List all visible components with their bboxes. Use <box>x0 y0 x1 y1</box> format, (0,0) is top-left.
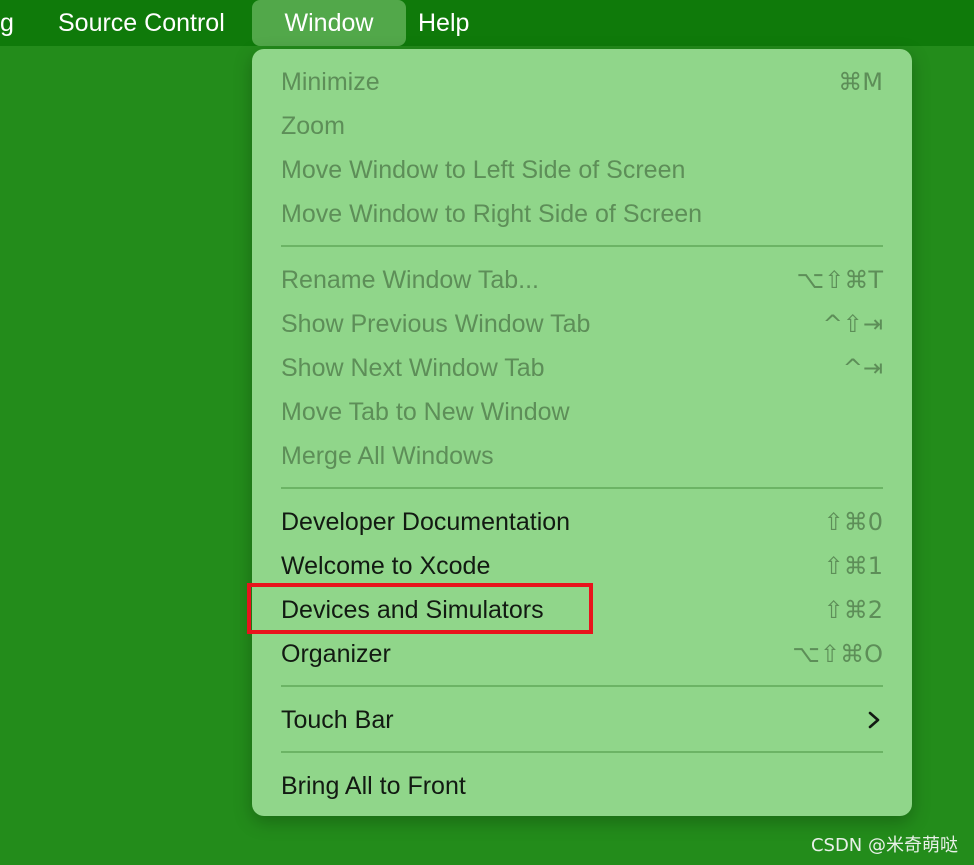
menu-item-touch-bar[interactable]: Touch Bar <box>281 700 883 740</box>
menu-item-shortcut: ⌘M <box>838 68 883 96</box>
window-menu-dropdown: Minimize ⌘M Zoom Move Window to Left Sid… <box>252 49 912 816</box>
menubar-item-label: g <box>0 9 14 37</box>
menubar-item-label: Help <box>418 9 470 37</box>
menu-item-shortcut: ⌥⇧⌘O <box>792 640 883 668</box>
watermark: CSDN @米奇萌哒 <box>810 835 958 856</box>
menu-item-show-next-window-tab[interactable]: Show Next Window Tab ^⇥ <box>281 348 883 388</box>
menu-item-welcome-to-xcode[interactable]: Welcome to Xcode ⇧⌘1 <box>281 546 883 586</box>
menu-item-move-window-right[interactable]: Move Window to Right Side of Screen <box>281 194 883 234</box>
highlight-annotation-box <box>247 583 593 634</box>
menubar-item-help[interactable]: Help <box>418 0 469 46</box>
menu-item-shortcut: ^⇥ <box>842 354 883 382</box>
menu-item-label: Move Window to Left Side of Screen <box>281 156 686 184</box>
menubar-item-label: Window <box>284 9 374 37</box>
menu-item-merge-all-windows[interactable]: Merge All Windows <box>281 436 883 476</box>
menu-item-rename-window-tab[interactable]: Rename Window Tab... ⌥⇧⌘T <box>281 260 883 300</box>
menu-item-label: Welcome to Xcode <box>281 552 491 580</box>
menu-item-label: Zoom <box>281 112 345 140</box>
menu-separator <box>281 245 883 247</box>
menu-item-label: Move Tab to New Window <box>281 398 570 426</box>
menu-item-label: Developer Documentation <box>281 508 571 536</box>
menu-item-label: Show Next Window Tab <box>281 354 545 382</box>
menu-item-label: Merge All Windows <box>281 442 494 470</box>
menu-separator <box>281 487 883 489</box>
menu-item-developer-documentation[interactable]: Developer Documentation ⇧⌘0 <box>281 502 883 542</box>
menubar-item-label: Source Control <box>58 9 225 37</box>
menu-item-organizer[interactable]: Organizer ⌥⇧⌘O <box>281 634 883 674</box>
menu-item-shortcut: ^⇧⇥ <box>822 310 883 338</box>
menubar-item-source-control[interactable]: Source Control <box>58 0 225 46</box>
menu-item-shortcut: ⇧⌘1 <box>823 552 883 580</box>
menu-item-label: Organizer <box>281 640 391 668</box>
menu-bar: g Source Control Window Help <box>0 0 974 46</box>
menu-item-shortcut: ⇧⌘2 <box>823 596 883 624</box>
menu-item-move-tab-to-new-window[interactable]: Move Tab to New Window <box>281 392 883 432</box>
menubar-item-window[interactable]: Window <box>252 0 406 46</box>
menu-item-show-previous-window-tab[interactable]: Show Previous Window Tab ^⇧⇥ <box>281 304 883 344</box>
menu-item-bring-all-to-front[interactable]: Bring All to Front <box>281 766 883 806</box>
menubar-item-debug[interactable]: g <box>0 0 14 46</box>
menu-item-label: Rename Window Tab... <box>281 266 539 294</box>
menu-separator <box>281 685 883 687</box>
menu-item-label: Bring All to Front <box>281 772 466 800</box>
menu-item-zoom[interactable]: Zoom <box>281 106 883 146</box>
menu-item-label: Minimize <box>281 68 380 96</box>
menu-item-move-window-left[interactable]: Move Window to Left Side of Screen <box>281 150 883 190</box>
menu-item-shortcut: ⇧⌘0 <box>823 508 883 536</box>
chevron-right-icon <box>868 711 880 729</box>
menu-item-minimize[interactable]: Minimize ⌘M <box>281 62 883 102</box>
menu-item-shortcut: ⌥⇧⌘T <box>796 266 883 294</box>
menu-item-label: Touch Bar <box>281 706 394 734</box>
menu-item-label: Show Previous Window Tab <box>281 310 591 338</box>
menu-separator <box>281 751 883 753</box>
menu-item-label: Move Window to Right Side of Screen <box>281 200 703 228</box>
